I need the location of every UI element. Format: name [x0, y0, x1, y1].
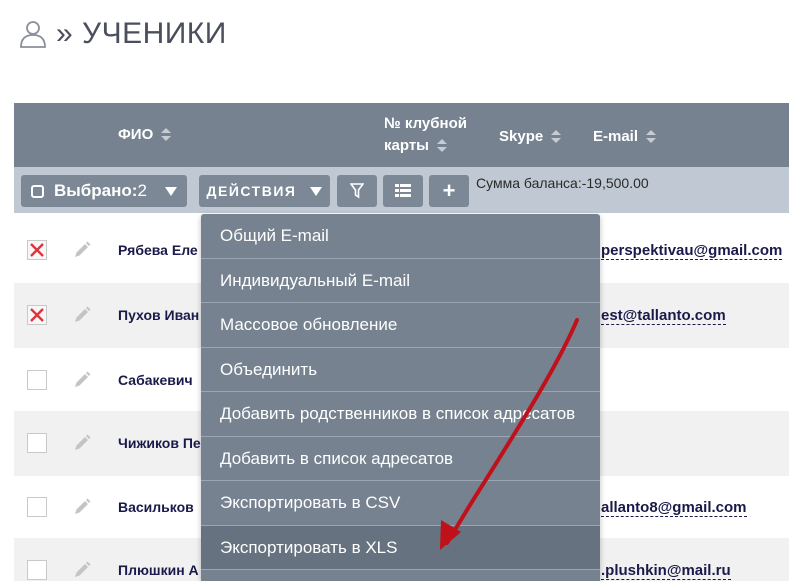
add-button[interactable]: +	[429, 175, 469, 207]
actions-menu: Общий E-mail Индивидуальный E-mail Массо…	[201, 214, 600, 581]
menu-item-mass-update[interactable]: Массовое обновление	[201, 303, 600, 348]
row-checkbox[interactable]	[27, 370, 47, 390]
row-checkbox[interactable]	[27, 497, 47, 517]
email-link[interactable]: allanto8@gmail.com	[601, 499, 747, 517]
students-page: » УЧЕНИКИ ФИО № клубной карты Skype E-ma…	[0, 0, 789, 581]
pencil-icon[interactable]	[72, 497, 92, 517]
chevron-down-icon	[165, 186, 177, 196]
pencil-icon[interactable]	[72, 370, 92, 390]
student-name-link[interactable]: Плюшкин А	[118, 562, 199, 578]
column-fio[interactable]: ФИО	[118, 124, 172, 146]
page-title-text: » УЧЕНИКИ	[56, 17, 227, 50]
column-skype[interactable]: Skype	[499, 126, 562, 148]
row-checkbox[interactable]	[27, 305, 47, 325]
select-all-checkbox-icon[interactable]	[31, 184, 44, 198]
column-club-card[interactable]: № клубной карты	[384, 113, 467, 157]
columns-button[interactable]	[383, 175, 423, 207]
student-name-link[interactable]: Васильков	[118, 499, 194, 515]
menu-item-export-xls[interactable]: Экспортировать в XLS	[201, 525, 600, 570]
filter-icon	[350, 183, 364, 199]
student-name-link[interactable]: Сабакевич	[118, 372, 193, 388]
sort-icon[interactable]	[646, 130, 657, 144]
sort-icon[interactable]	[161, 128, 172, 142]
filter-button[interactable]	[337, 175, 377, 207]
balance-sum: Сумма баланса:-19,500.00	[476, 175, 649, 191]
checked-x-icon	[30, 308, 44, 322]
pencil-icon[interactable]	[72, 560, 92, 580]
list-icon	[395, 184, 411, 197]
email-link[interactable]: est@tallanto.com	[601, 307, 726, 325]
sort-icon[interactable]	[436, 139, 447, 153]
page-title: » УЧЕНИКИ	[18, 14, 227, 54]
menu-item-export-csv[interactable]: Экспортировать в CSV	[201, 481, 600, 526]
menu-item-add-to-recipients[interactable]: Добавить в список адресатов	[201, 437, 600, 481]
student-name-link[interactable]: Чижиков Пе	[118, 435, 201, 451]
table-toolbar: Выбрано: 2 ДЕЙСТВИЯ + Сумма баланса:-19,5…	[14, 167, 789, 213]
selected-dropdown[interactable]: Выбрано: 2	[21, 175, 187, 207]
row-checkbox[interactable]	[27, 240, 47, 260]
row-checkbox[interactable]	[27, 560, 47, 580]
pencil-icon[interactable]	[72, 240, 92, 260]
student-name-link[interactable]: Пухов Иван	[118, 307, 199, 323]
pencil-icon[interactable]	[72, 305, 92, 325]
pencil-icon[interactable]	[72, 433, 92, 453]
menu-item-merge[interactable]: Объединить	[201, 348, 600, 392]
menu-item-add-relatives-to-recipients[interactable]: Добавить родственников в список адресато…	[201, 392, 600, 437]
user-icon	[20, 21, 46, 48]
student-name-link[interactable]: Рябева Еле	[118, 242, 198, 258]
menu-item-individual-email[interactable]: Индивидуальный E-mail	[201, 259, 600, 303]
menu-item-general-email[interactable]: Общий E-mail	[201, 214, 600, 259]
actions-dropdown-button[interactable]: ДЕЙСТВИЯ	[199, 175, 330, 207]
checked-x-icon	[30, 243, 44, 257]
chevron-down-icon	[310, 186, 323, 196]
email-link[interactable]: .plushkin@mail.ru	[601, 562, 731, 580]
column-email[interactable]: E-mail	[593, 126, 657, 148]
table-header: ФИО № клубной карты Skype E-mail	[14, 103, 789, 167]
plus-icon: +	[442, 178, 456, 203]
sort-icon[interactable]	[551, 130, 562, 144]
row-checkbox[interactable]	[27, 433, 47, 453]
email-link[interactable]: perspektivau@gmail.com	[601, 242, 783, 260]
